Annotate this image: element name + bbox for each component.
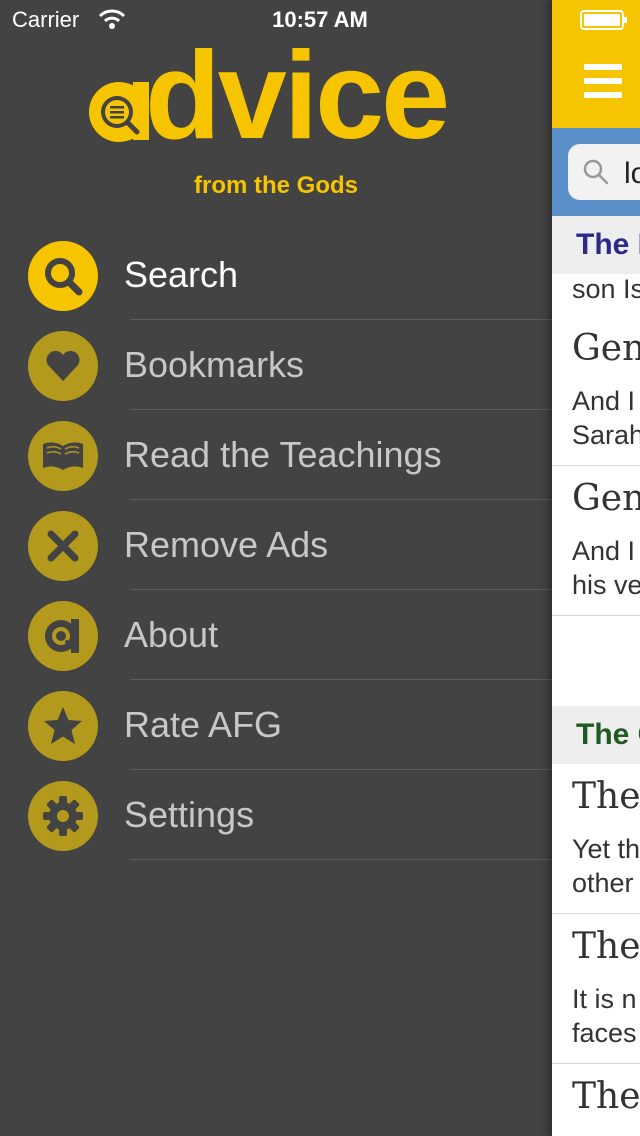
- logo-word: dvice: [145, 27, 450, 165]
- menu-item-read-teachings[interactable]: Read the Teachings: [0, 410, 552, 500]
- status-time: 10:57 AM: [272, 7, 368, 32]
- section-header: The C: [552, 706, 640, 764]
- star-icon: [28, 691, 98, 761]
- result-partial[interactable]: son Is: [552, 274, 640, 317]
- result-line: It is n: [572, 984, 637, 1014]
- section-title: The B: [576, 228, 640, 261]
- search-input[interactable]: lo: [568, 144, 640, 200]
- status-bar: Carrier 10:57 AM: [0, 0, 640, 40]
- result-title: The: [572, 1076, 640, 1117]
- result-title: Gen: [572, 328, 640, 369]
- divider: [130, 859, 552, 860]
- result-line: son Is: [572, 274, 640, 304]
- battery-icon: [580, 10, 627, 30]
- result-item[interactable]: The Yet th other: [552, 764, 640, 914]
- search-bar: lo: [552, 128, 640, 216]
- menu-item-about[interactable]: About: [0, 590, 552, 680]
- main-panel: lo The B son Is Gen And I Sarah Gen And …: [552, 0, 640, 1136]
- result-line: other: [572, 868, 634, 898]
- result-line: Sarah: [572, 420, 640, 450]
- result-item[interactable]: The It is n faces: [552, 914, 640, 1064]
- drawer-menu: Search Bookmarks Read the Teachings Remo…: [0, 230, 552, 860]
- menu-label: About: [124, 614, 219, 655]
- result-item[interactable]: Gen And I his ve: [552, 466, 640, 616]
- side-drawer: dvice from the Gods Search Bookmarks Rea…: [0, 0, 552, 1136]
- app-logo: dvice: [85, 34, 470, 160]
- menu-item-remove-ads[interactable]: Remove Ads: [0, 500, 552, 590]
- section-title: The C: [576, 718, 640, 751]
- search-icon: [28, 241, 98, 311]
- result-line: his ve: [572, 570, 640, 600]
- advice-logo-icon: [28, 601, 98, 671]
- menu-label: Remove Ads: [124, 524, 329, 565]
- result-line: faces: [572, 1018, 637, 1048]
- section-header: The B: [552, 216, 640, 274]
- search-icon: [583, 159, 609, 185]
- result-line: And I: [572, 386, 636, 416]
- heart-icon: [28, 331, 98, 401]
- menu-item-bookmarks[interactable]: Bookmarks: [0, 320, 552, 410]
- tagline: from the Gods: [193, 172, 358, 199]
- result-item[interactable]: Gen And I Sarah: [552, 316, 640, 466]
- menu-label: Search: [124, 254, 239, 295]
- result-title: Gen: [572, 478, 640, 519]
- result-title: The: [572, 926, 640, 967]
- menu-item-search[interactable]: Search: [0, 230, 552, 320]
- menu-label: Bookmarks: [124, 344, 305, 385]
- menu-label: Settings: [124, 794, 255, 835]
- menu-item-settings[interactable]: Settings: [0, 770, 552, 860]
- result-line: Yet th: [572, 834, 640, 864]
- book-icon: [28, 421, 98, 491]
- result-line: And I: [572, 536, 636, 566]
- result-title: The: [572, 776, 640, 817]
- close-icon: [28, 511, 98, 581]
- menu-item-rate[interactable]: Rate AFG: [0, 680, 552, 770]
- result-item[interactable]: The: [552, 1064, 640, 1136]
- menu-label: Rate AFG: [124, 704, 283, 745]
- search-query: lo: [624, 157, 640, 190]
- menu-label: Read the Teachings: [124, 434, 442, 475]
- gear-icon: [28, 781, 98, 851]
- hamburger-menu-icon[interactable]: [584, 64, 622, 98]
